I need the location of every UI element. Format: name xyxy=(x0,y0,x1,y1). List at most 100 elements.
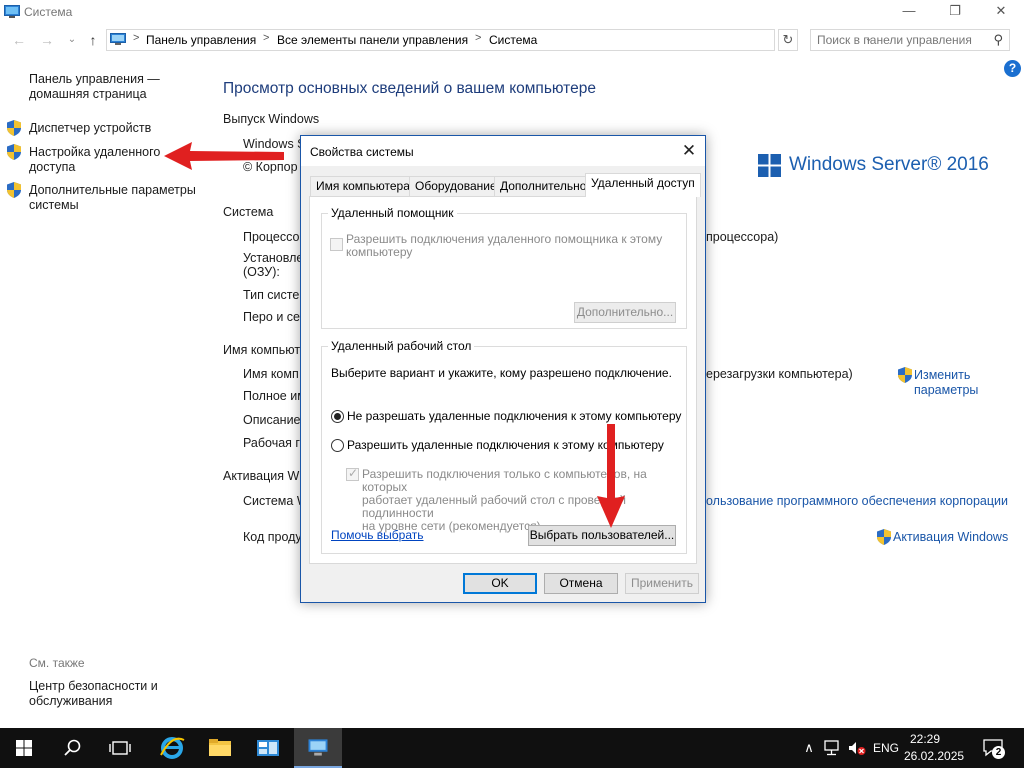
description-label: Описание xyxy=(243,413,301,427)
page-title: Просмотр основных сведений о вашем компь… xyxy=(223,80,596,97)
recent-locations-button[interactable]: ⌄ xyxy=(62,30,82,50)
notification-count-badge: 2 xyxy=(992,746,1005,759)
minimize-button[interactable]: — xyxy=(886,0,932,24)
workgroup-label: Рабочая гр xyxy=(243,436,307,450)
input-language-indicator[interactable]: ENG xyxy=(870,728,902,768)
tab-computer-name[interactable]: Имя компьютера xyxy=(310,176,416,196)
advanced-system-settings-link[interactable]: Дополнительные параметры системы xyxy=(29,183,196,213)
security-maintenance-link[interactable]: Центр безопасности и обслуживания xyxy=(29,679,158,709)
windows-logo-icon xyxy=(758,154,781,177)
clock[interactable]: 22:29 26.02.2025 xyxy=(904,731,965,765)
system-section-header: Система xyxy=(223,205,274,219)
file-explorer-icon[interactable] xyxy=(196,728,244,768)
assistance-advanced-button[interactable]: Дополнительно... xyxy=(574,302,676,323)
dialog-close-button[interactable]: ✕ xyxy=(675,139,703,163)
remote-assistance-group: Удаленный помощник Разрешить подключения… xyxy=(321,206,687,329)
activate-windows-link[interactable]: Активация Windows xyxy=(893,530,1008,544)
address-bar[interactable]: > Панель управления > Все элементы панел… xyxy=(106,29,873,51)
tab-hardware[interactable]: Оборудование xyxy=(409,176,503,196)
computer-name-section-header: Имя компьют xyxy=(223,343,301,357)
clock-date: 26.02.2025 xyxy=(904,749,965,763)
start-button-icon[interactable] xyxy=(0,728,48,768)
maximize-button[interactable]: ❐ xyxy=(932,0,978,24)
computer-name-value: ерезагрузки компьютера) xyxy=(706,367,853,381)
remote-desktop-group-title: Удаленный рабочий стол xyxy=(328,339,475,353)
dialog-titlebar: Свойства системы ✕ xyxy=(301,136,705,166)
breadcrumb-system[interactable]: Система xyxy=(489,33,537,47)
allow-remote-radio[interactable] xyxy=(331,439,344,452)
help-icon[interactable]: ? xyxy=(1004,60,1021,77)
control-panel-system-icon[interactable] xyxy=(294,728,342,768)
control-panel-icon xyxy=(110,33,126,45)
allow-assistance-label: Разрешить подключения удаленного помощни… xyxy=(346,232,663,259)
system-type-label: Тип систем xyxy=(243,288,308,302)
network-icon[interactable] xyxy=(822,740,842,756)
device-manager-link[interactable]: Диспетчер устройств xyxy=(29,121,151,136)
action-center-button[interactable]: 2 xyxy=(982,738,1006,759)
show-hidden-icons-button[interactable]: ∧ xyxy=(800,728,818,768)
apply-button[interactable]: Применить xyxy=(625,573,699,594)
remote-desktop-intro: Выберите вариант и укажите, кому разреше… xyxy=(331,366,672,380)
change-settings-link[interactable]: Изменить параметры xyxy=(914,368,978,398)
see-also-heading: См. также xyxy=(29,656,85,670)
deny-remote-radio[interactable] xyxy=(331,410,344,423)
cancel-button[interactable]: Отмена xyxy=(544,573,618,594)
remote-tab-panel: Удаленный помощник Разрешить подключения… xyxy=(309,196,697,564)
breadcrumb-separator: > xyxy=(263,32,270,44)
windows-server-logo: Windows Server® 2016 xyxy=(758,153,989,181)
dialog-title: Свойства системы xyxy=(310,145,414,159)
search-placeholder: Поиск в панели управления xyxy=(817,33,972,47)
uac-shield-icon xyxy=(877,529,891,545)
ram-label: Установле (ОЗУ): xyxy=(243,251,304,279)
copyright-value: © Корпор xyxy=(243,160,298,174)
red-arrow-down-annotation-icon xyxy=(597,424,625,528)
breadcrumb-all-items[interactable]: Все элементы панели управления xyxy=(277,33,468,47)
breadcrumb-control-panel[interactable]: Панель управления xyxy=(146,33,256,47)
help-me-choose-link[interactable]: Помочь выбрать xyxy=(331,528,424,542)
up-button[interactable]: ↑ xyxy=(83,30,103,50)
close-button[interactable]: ✕ xyxy=(978,0,1024,24)
nla-checkbox[interactable] xyxy=(346,466,359,481)
search-input[interactable]: Поиск в панели управления ⚲ xyxy=(810,29,1010,51)
system-computer-icon xyxy=(4,5,20,18)
uac-shield-icon xyxy=(898,367,912,383)
computer-name-label: Имя комп xyxy=(243,367,299,381)
pen-touch-label: Перо и сен xyxy=(243,310,307,324)
allow-assistance-checkbox[interactable] xyxy=(330,238,343,251)
task-view-icon[interactable] xyxy=(96,728,144,768)
window-title: Система xyxy=(24,5,73,19)
remote-settings-link[interactable]: Настройка удаленного доступа xyxy=(29,145,160,175)
full-name-label: Полное им xyxy=(243,389,306,403)
internet-explorer-icon[interactable] xyxy=(148,728,196,768)
forward-button[interactable]: → xyxy=(37,30,57,50)
product-key-label: Код проду xyxy=(243,530,302,544)
refresh-button[interactable]: ↻ xyxy=(778,29,798,51)
search-icon[interactable]: ⚲ xyxy=(993,32,1003,48)
back-button[interactable]: ← xyxy=(9,30,29,50)
edition-value: Windows S xyxy=(243,137,306,151)
uac-shield-icon xyxy=(7,144,21,160)
license-terms-link[interactable]: ользование программного обеспечения корп… xyxy=(706,494,1008,508)
window-titlebar: Система — ❐ ✕ xyxy=(0,0,1024,24)
clock-time: 22:29 xyxy=(909,732,941,746)
processor-label: Процессор xyxy=(243,230,307,244)
volume-muted-icon[interactable] xyxy=(847,740,867,756)
tab-advanced[interactable]: Дополнительно xyxy=(494,176,593,196)
ok-button[interactable]: OK xyxy=(463,573,537,594)
breadcrumb-separator: > xyxy=(475,32,482,44)
nla-label: Разрешить подключения только с компьютер… xyxy=(362,467,647,533)
activation-section-header: Активация Wi xyxy=(223,469,303,483)
taskbar: ∧ ENG 22:29 26.02.2025 2 xyxy=(0,728,1024,768)
tab-remote[interactable]: Удаленный доступ xyxy=(585,173,701,197)
remote-assistance-group-title: Удаленный помощник xyxy=(328,206,457,220)
deny-remote-label[interactable]: Не разрешать удаленные подключения к это… xyxy=(347,410,681,423)
system-properties-dialog: Свойства системы ✕ Имя компьютера Оборуд… xyxy=(300,135,706,603)
edition-section-header: Выпуск Windows xyxy=(223,112,320,126)
uac-shield-icon xyxy=(7,120,21,136)
activation-label: Система W xyxy=(243,494,309,508)
control-panel-home-link[interactable]: Панель управления — домашняя страница xyxy=(29,72,160,102)
processor-value: процессора) xyxy=(706,230,779,244)
search-icon[interactable] xyxy=(48,728,96,768)
remote-desktop-group: Удаленный рабочий стол Выберите вариант … xyxy=(321,339,687,554)
server-manager-icon[interactable] xyxy=(244,728,292,768)
